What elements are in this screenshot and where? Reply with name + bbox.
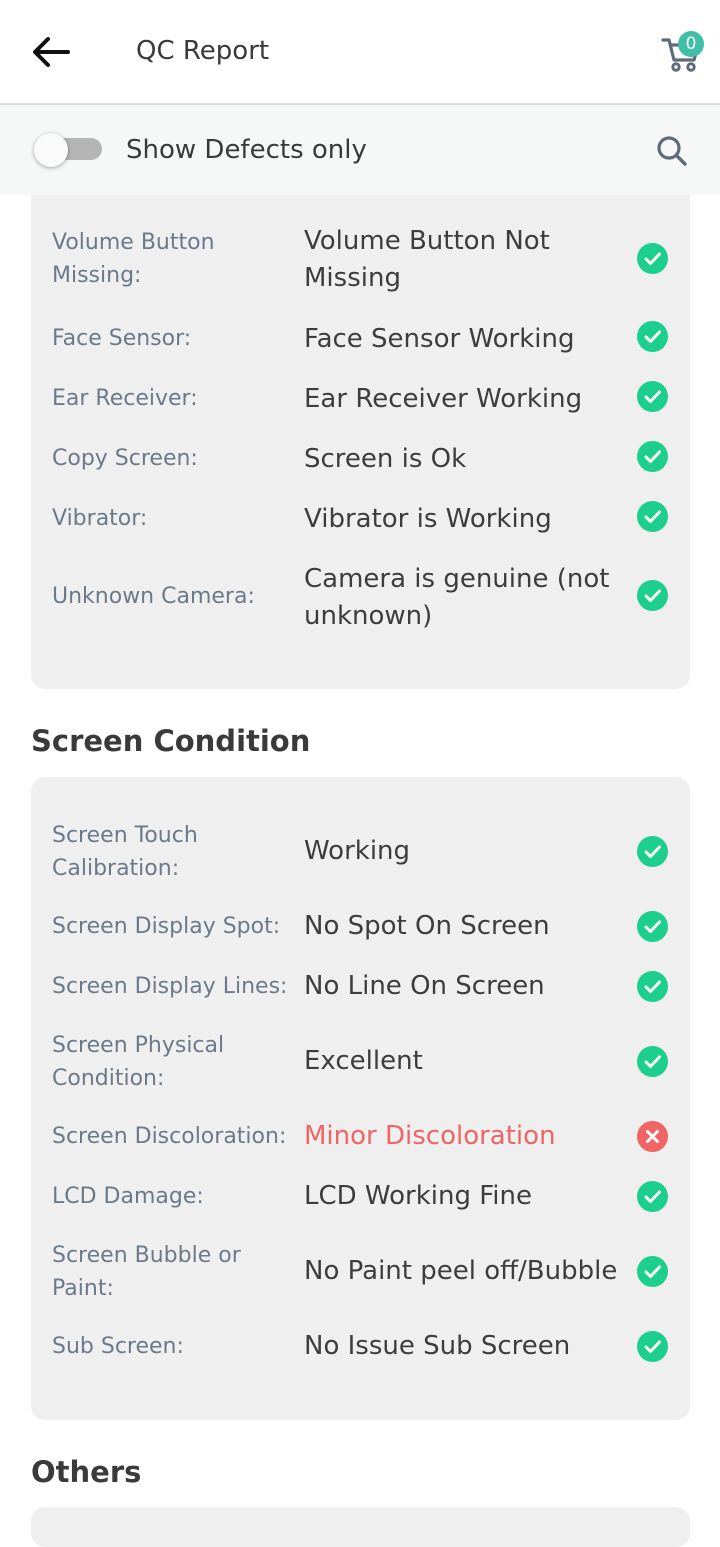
row-label: Screen Display Spot: — [52, 914, 281, 939]
section-title-screen-condition: Screen Condition — [31, 724, 311, 758]
section-title-others: Others — [31, 1455, 142, 1489]
check-icon — [637, 501, 668, 532]
app-bar: QC Report 0 — [0, 0, 720, 105]
row-label: Screen Physical Condition: — [52, 1033, 225, 1091]
row-label: Screen Discoloration: — [52, 1124, 287, 1149]
check-icon — [637, 1181, 668, 1212]
row-value: Volume Button Not Missing — [304, 226, 550, 293]
row-value: Face Sensor Working — [304, 324, 575, 354]
row-value: No Paint peel off/Bubble — [304, 1256, 618, 1286]
toggle-knob — [34, 133, 68, 167]
row-label: Copy Screen: — [52, 446, 198, 471]
search-icon[interactable] — [654, 133, 690, 169]
row-value: Vibrator is Working — [304, 504, 552, 534]
check-icon — [637, 1256, 668, 1287]
row-label: Ear Receiver: — [52, 386, 198, 411]
filter-label: Show Defects only — [126, 135, 367, 165]
row-label: Unknown Camera: — [52, 584, 255, 609]
row-label: Screen Display Lines: — [52, 974, 288, 999]
row-value: No Spot On Screen — [304, 911, 550, 941]
row-value: Excellent — [304, 1046, 423, 1076]
row-value: LCD Working Fine — [304, 1181, 532, 1211]
row-label: Vibrator: — [52, 506, 148, 531]
check-icon — [637, 580, 668, 611]
row-value: No Issue Sub Screen — [304, 1331, 571, 1361]
cart-count-badge: 0 — [678, 31, 704, 57]
check-icon — [637, 836, 668, 867]
check-icon — [637, 243, 668, 274]
row-value: Ear Receiver Working — [304, 384, 583, 414]
row-value: No Line On Screen — [304, 971, 545, 1001]
row-label: Sub Screen: — [52, 1334, 184, 1359]
row-value: Minor Discoloration — [304, 1121, 556, 1151]
row-value: Screen is Ok — [304, 444, 467, 474]
row-value: Working — [304, 836, 411, 866]
check-icon — [637, 1046, 668, 1077]
back-arrow-icon[interactable] — [28, 32, 76, 72]
section-card — [31, 1507, 690, 1547]
row-value: Camera is genuine (not unknown) — [304, 564, 610, 631]
page-title: QC Report — [136, 36, 270, 66]
row-label: Face Sensor: — [52, 326, 192, 351]
check-icon — [637, 971, 668, 1002]
defects-only-toggle[interactable] — [34, 133, 104, 171]
check-icon — [637, 441, 668, 472]
row-label: LCD Damage: — [52, 1184, 204, 1209]
row-label: Volume Button Missing: — [52, 230, 215, 288]
check-icon — [637, 911, 668, 942]
check-icon — [637, 1331, 668, 1362]
check-icon — [637, 321, 668, 352]
fail-icon — [637, 1121, 668, 1152]
row-label: Screen Bubble or Paint: — [52, 1243, 241, 1301]
check-icon — [637, 381, 668, 412]
row-label: Screen Touch Calibration: — [52, 823, 198, 881]
